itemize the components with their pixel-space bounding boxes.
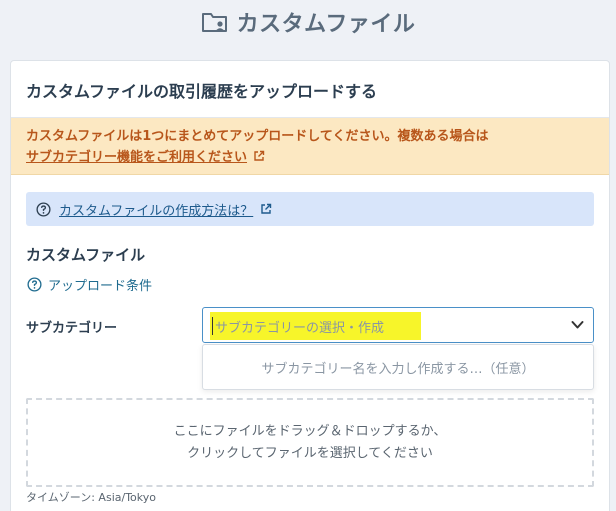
card-title: カスタムファイルの取引履歴をアップロードする xyxy=(26,82,378,101)
file-dropzone[interactable]: ここにファイルをドラッグ＆ドロップするか、 クリックしてファイルを選択してくださ… xyxy=(26,398,594,487)
info-box: カスタムファイルの作成方法は？ xyxy=(26,192,594,226)
subcategory-dropdown-option[interactable]: サブカテゴリー名を入力し作成する…（任意） xyxy=(202,344,594,390)
external-link-icon[interactable] xyxy=(260,203,272,215)
how-to-create-link[interactable]: カスタムファイルの作成方法は？ xyxy=(59,200,253,219)
folder-user-icon xyxy=(201,13,227,32)
upload-conditions-label: アップロード条件 xyxy=(48,279,153,294)
page-header: カスタムファイル xyxy=(0,0,616,44)
subcategory-select[interactable]: サブカテゴリーの選択・作成 xyxy=(202,307,594,343)
dropzone-line-2: クリックしてファイルを選択してください xyxy=(187,445,433,461)
help-circle-icon xyxy=(36,201,51,217)
external-link-icon[interactable] xyxy=(253,150,265,162)
create-subcategory-option: サブカテゴリー名を入力し作成する…（任意） xyxy=(261,361,535,377)
chevron-down-icon[interactable] xyxy=(571,320,584,330)
section-label: カスタムファイル xyxy=(26,246,146,264)
text-cursor xyxy=(212,317,213,335)
dropzone-line-1: ここにファイルをドラッグ＆ドロップするか、 xyxy=(173,423,447,439)
upload-conditions-link[interactable]: アップロード条件 xyxy=(27,275,152,294)
upload-card: カスタムファイルの取引履歴をアップロードする カスタムファイルは1つにまとめてア… xyxy=(10,60,610,511)
warning-banner: カスタムファイルは1つにまとめてアップロードしてください。複数ある場合は サブカ… xyxy=(11,118,609,175)
subcategory-feature-link[interactable]: サブカテゴリー機能をご利用ください xyxy=(26,150,247,165)
page-title: カスタムファイル xyxy=(236,12,416,37)
help-circle-icon xyxy=(27,277,42,292)
timezone-label: タイムゾーン: Asia/Tokyo xyxy=(26,491,156,504)
warning-text: カスタムファイルは1つにまとめてアップロードしてください。複数ある場合は xyxy=(26,129,489,144)
subcategory-placeholder: サブカテゴリーの選択・作成 xyxy=(215,321,385,336)
subcategory-label: サブカテゴリー xyxy=(26,321,118,336)
